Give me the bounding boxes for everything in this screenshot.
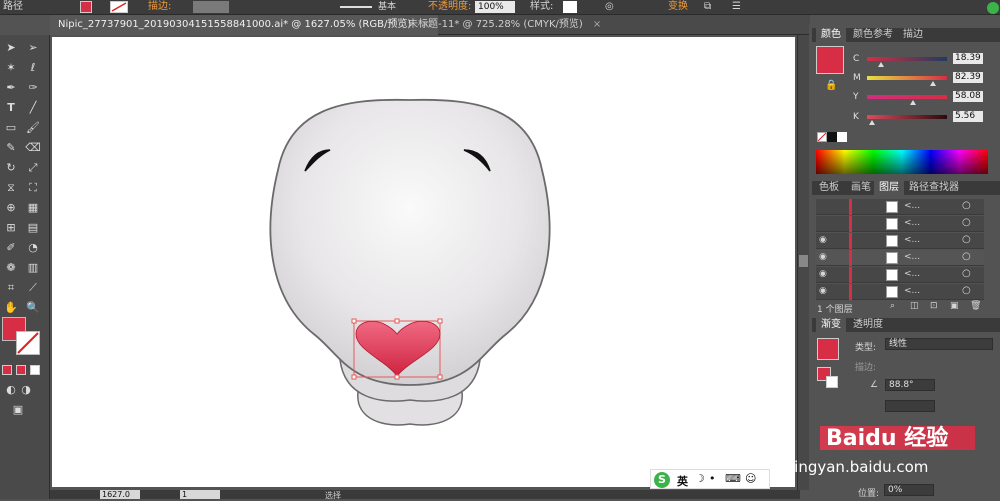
eye-icon[interactable]: ◉ [819, 286, 827, 296]
channel-label: K [853, 112, 859, 122]
channel-slider[interactable] [867, 76, 947, 80]
layer-thumbnail [886, 218, 898, 230]
layer-thumbnail [886, 201, 898, 213]
user-icon[interactable]: ☺ [745, 472, 756, 485]
layer-thumbnail [886, 286, 898, 298]
angle-field[interactable]: 88.8° [885, 379, 935, 391]
layer-color-bar [849, 233, 852, 249]
moon-icon[interactable]: ☽ [695, 472, 705, 485]
channel-label: C [853, 54, 860, 64]
channel-slider[interactable] [867, 57, 947, 61]
tab-stroke[interactable]: 描边 [898, 28, 928, 42]
status-bar: 1627.0 1 选择 [50, 490, 800, 500]
channel-label: M [853, 73, 861, 83]
angle-icon: ∠ [870, 380, 879, 390]
stroke-label: 描边: [855, 363, 877, 373]
target-icon[interactable]: ○ [962, 217, 971, 228]
clip-icon[interactable]: ◫ [910, 301, 919, 311]
watermark-brand: Baidu 经验 [826, 426, 949, 451]
layer-name[interactable]: <... [904, 235, 920, 245]
layers-panel-tabs: 色板 画笔 图层 路径查找器 [812, 181, 1000, 195]
type-label: 类型: [855, 343, 877, 353]
color-panel-fill[interactable] [816, 46, 844, 74]
target-icon[interactable]: ○ [962, 251, 971, 262]
zoom-field[interactable]: 1627.0 [100, 490, 140, 499]
tool-status: 选择 [325, 491, 341, 500]
black-swatch[interactable] [827, 132, 837, 142]
layer-count: 1 个图层 [817, 305, 853, 315]
ime-lang[interactable]: 英 [677, 473, 688, 489]
type-select[interactable]: 线性 [885, 338, 993, 350]
punctuation-icon[interactable]: • [709, 472, 716, 485]
channel-value[interactable]: 82.39 [953, 72, 983, 83]
color-spectrum[interactable] [816, 150, 988, 174]
channel-value[interactable]: 5.56 [953, 111, 983, 122]
channel-label: Y [853, 92, 859, 102]
layer-row[interactable]: ◉ <... ○ [816, 267, 984, 283]
eye-icon[interactable]: ◉ [819, 252, 827, 262]
sublayer-icon[interactable]: ⊡ [930, 301, 938, 311]
trash-icon[interactable]: 🗑 [970, 301, 981, 311]
layer-color-bar [849, 216, 852, 232]
channel-slider[interactable] [867, 115, 947, 119]
channel-thumb[interactable] [868, 120, 875, 125]
layer-row[interactable]: <... ○ [816, 216, 984, 232]
gradient-stroke-box[interactable] [826, 376, 838, 388]
color-panel-tabs: 颜色 颜色参考 描边 [812, 28, 1000, 42]
layer-color-bar [849, 250, 852, 266]
keyboard-icon[interactable]: ⌨ [725, 472, 741, 485]
layer-thumbnail [886, 269, 898, 281]
channel-value[interactable]: 18.39 [953, 53, 983, 64]
aspect-field[interactable] [885, 400, 935, 412]
tab-swatches[interactable]: 色板 [814, 181, 844, 195]
ime-logo-icon[interactable]: S [654, 472, 670, 488]
tab-color-guide[interactable]: 颜色参考 [848, 28, 898, 42]
tab-layers[interactable]: 图层 [874, 181, 904, 195]
channel-slider[interactable] [867, 95, 947, 99]
scroll-thumb[interactable] [799, 255, 808, 267]
tab-pathfinder[interactable]: 路径查找器 [904, 181, 964, 195]
layer-color-bar [849, 284, 852, 300]
channel-thumb[interactable] [910, 100, 917, 105]
locate-icon[interactable]: ⌕ [890, 301, 895, 311]
target-icon[interactable]: ○ [962, 285, 971, 296]
eye-icon[interactable]: ◉ [819, 269, 827, 279]
page-field[interactable]: 1 [180, 490, 220, 499]
target-icon[interactable]: ○ [962, 268, 971, 279]
gradient-swatch[interactable] [817, 338, 839, 360]
tab-transparency[interactable]: 透明度 [848, 318, 888, 332]
layer-row[interactable]: ◉ <... ○ [816, 233, 984, 249]
layer-thumbnail [886, 235, 898, 247]
tab-brushes[interactable]: 画笔 [846, 181, 876, 195]
layer-name[interactable]: <... [904, 269, 920, 279]
layer-thumbnail [886, 252, 898, 264]
layer-color-bar [849, 199, 852, 215]
none-swatch-icon[interactable] [817, 132, 827, 142]
layer-color-bar [849, 267, 852, 283]
position-field[interactable]: 0% [884, 484, 934, 496]
layer-row[interactable]: ◉ <... ○ [816, 250, 984, 266]
tab-color[interactable]: 颜色 [816, 28, 846, 42]
ime-toolbar[interactable]: S 英 ☽ • ⌨ ☺ [650, 469, 770, 489]
white-swatch[interactable] [837, 132, 847, 142]
target-icon[interactable]: ○ [962, 234, 971, 245]
layer-row[interactable]: <... ○ [816, 199, 984, 215]
tab-gradient[interactable]: 渐变 [816, 318, 846, 332]
channel-thumb[interactable] [878, 62, 885, 67]
new-layer-icon[interactable]: ▣ [950, 301, 959, 311]
layer-name[interactable]: <... [904, 286, 920, 296]
eye-icon[interactable]: ◉ [819, 235, 827, 245]
layer-name[interactable]: <... [904, 201, 920, 211]
target-icon[interactable]: ○ [962, 200, 971, 211]
watermark-url: jingyan.baidu.com [790, 458, 929, 476]
channel-value[interactable]: 58.08 [953, 91, 983, 102]
layer-name[interactable]: <... [904, 218, 920, 228]
position-label: 位置: [858, 489, 880, 499]
channel-thumb[interactable] [929, 81, 936, 86]
layer-name[interactable]: <... [904, 252, 920, 262]
lock-icon: 🔒 [825, 80, 838, 91]
vertical-scrollbar[interactable] [797, 35, 809, 490]
gradient-panel-tabs: 渐变 透明度 [812, 318, 1000, 332]
layer-row[interactable]: ◉ <... ○ [816, 284, 984, 300]
